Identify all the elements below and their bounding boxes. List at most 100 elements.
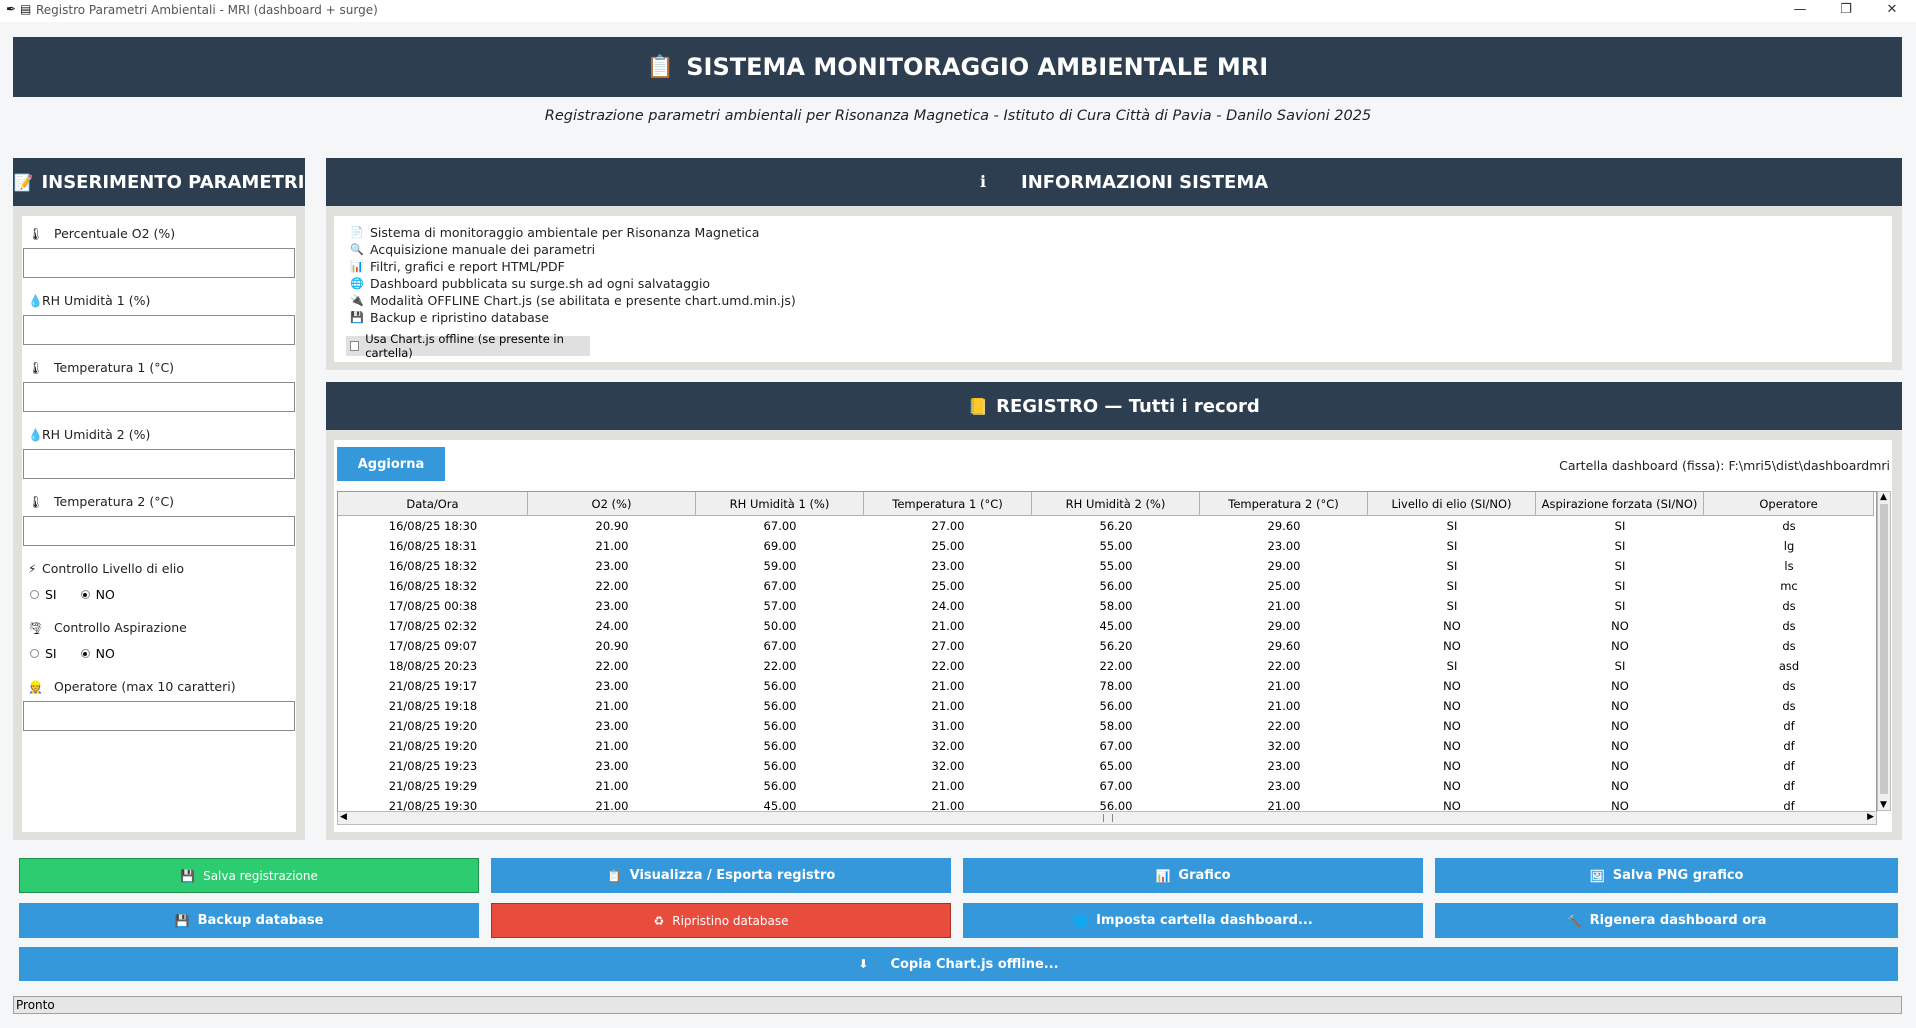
table-row[interactable]: 16/08/25 18:32 23.00 59.00 23.00 55.00 29.00 S… [338,556,1874,576]
table-cell: 21/08/25 19:18 [388,699,478,713]
droplet-icon: 💧 [28,427,43,442]
aspirazione-si-radio[interactable] [30,649,39,658]
column-header[interactable]: RH Umidità 2 (%) [1032,492,1200,516]
scroll-down-icon[interactable]: ▼ [1880,800,1887,810]
offline-chartjs-checkbox[interactable]: Usa Chart.js offline (se presente in car… [346,332,590,360]
column-header[interactable]: Temperatura 2 (°C) [1200,492,1368,516]
column-header[interactable]: O2 (%) [528,492,696,516]
copy-chartjs-button[interactable]: ⬇ Copia Chart.js offline... [19,947,1898,981]
scroll-up-icon[interactable]: ▲ [1880,492,1887,502]
scroll-thumb[interactable] [1880,504,1888,794]
table-cell: SI [1614,519,1626,533]
table-cell: SI [1446,539,1458,553]
input-form: 🌡 Percentuale O2 (%) 💧 RH Umidità 1 (%) 🌡 T… [22,216,296,832]
scroll-grip[interactable] [1103,814,1113,822]
column-header[interactable]: Livello di elio (SI/NO) [1368,492,1536,516]
restore-button[interactable]: ❐ [1826,2,1866,17]
table-row[interactable]: 21/08/25 19:20 21.00 56.00 32.00 67.00 32.00 N… [338,736,1874,756]
column-header[interactable]: Aspirazione forzata (SI/NO) [1536,492,1704,516]
save-png-button[interactable]: 🖼 Salva PNG grafico [1435,858,1898,893]
refresh-button[interactable]: Aggiorna [337,447,445,481]
table-row[interactable]: 16/08/25 18:31 21.00 69.00 25.00 55.00 23.00 S… [338,536,1874,556]
rh2-input[interactable] [23,449,295,479]
column-header[interactable]: Data/Ora [338,492,528,516]
table-cell: NO [1611,759,1629,773]
table-cell: NO [1443,699,1461,713]
set-folder-button[interactable]: 🌐 Imposta cartella dashboard... [963,903,1423,938]
aspirazione-no-radio[interactable] [80,649,90,658]
scroll-left-icon[interactable]: ◀ [340,812,347,822]
restore-database-button[interactable]: ♻ Ripristino database [491,903,951,938]
checkbox-box[interactable] [350,341,360,351]
table-cell: 23.00 [1267,539,1301,553]
column-header[interactable]: RH Umidità 1 (%) [696,492,864,516]
column-header[interactable]: Temperatura 1 (°C) [864,492,1032,516]
table-cell: 22.00 [1099,659,1133,673]
table-row[interactable]: 21/08/25 19:29 21.00 56.00 21.00 67.00 23.00 N… [338,776,1874,796]
table-cell: 21.00 [931,679,965,693]
table-cell: NO [1611,639,1629,653]
input-panel-title: INSERIMENTO PARAMETRI [41,171,305,193]
elio-si-radio[interactable] [30,590,39,599]
feather-icon: ✒ [6,2,17,16]
table-horizontal-scrollbar[interactable]: ◀ ▶ [337,811,1877,825]
close-button[interactable]: ✕ [1872,2,1912,17]
table-row[interactable]: 16/08/25 18:32 22.00 67.00 25.00 56.00 25.00 S… [338,576,1874,596]
table-row[interactable]: 21/08/25 19:20 23.00 56.00 31.00 58.00 22.00 N… [338,716,1874,736]
table-cell: 20.90 [595,639,629,653]
table-cell: 57.00 [763,599,797,613]
elio-label: ⚡ Controllo Livello di elio [28,561,185,576]
table-row[interactable]: 21/08/25 19:18 21.00 56.00 21.00 56.00 21.00 N… [338,696,1874,716]
elio-no-radio[interactable] [80,590,90,599]
records-table[interactable]: Data/Ora O2 (%) RH Umidità 1 (%) Temperatur… [337,491,1877,825]
window-title: Registro Parametri Ambientali - MRI (das… [36,3,378,17]
status-bar: Pronto [13,996,1902,1014]
table-cell: 24.00 [931,599,965,613]
table-cell: 32.00 [1267,739,1301,753]
table-cell: 21.00 [1267,699,1301,713]
table-cell: 23.00 [1267,759,1301,773]
table-row[interactable]: 21/08/25 19:17 23.00 56.00 21.00 78.00 21.00 N… [338,676,1874,696]
table-row[interactable]: 16/08/25 18:30 20.90 67.00 27.00 56.20 29.60 S… [338,516,1874,536]
table-cell: ls [1784,559,1794,573]
table-cell: 16/08/25 18:32 [388,559,478,573]
table-cell: 21/08/25 19:29 [388,779,478,793]
table-row[interactable]: 17/08/25 00:38 23.00 57.00 24.00 58.00 21.00 S… [338,596,1874,616]
table-cell: 24.00 [595,619,629,633]
chart-icon: 📊 [350,260,364,273]
table-cell: df [1783,779,1795,793]
scroll-right-icon[interactable]: ▶ [1867,812,1874,822]
rh2-label: 💧 RH Umidità 2 (%) [28,427,151,442]
table-row[interactable]: 21/08/25 19:23 23.00 56.00 32.00 65.00 23.00 N… [338,756,1874,776]
minimize-button[interactable]: — [1780,2,1820,17]
table-row[interactable]: 17/08/25 02:32 24.00 50.00 21.00 45.00 29.00 N… [338,616,1874,636]
table-row[interactable]: 17/08/25 09:07 20.90 67.00 27.00 56.20 29.60 N… [338,636,1874,656]
table-cell: 29.60 [1267,639,1301,653]
table-cell: df [1783,739,1795,753]
table-cell: 23.00 [931,559,965,573]
view-export-button[interactable]: 📋 Visualizza / Esporta registro [491,858,951,893]
table-cell: 21.00 [595,739,629,753]
table-cell: asd [1778,659,1800,673]
o2-label: 🌡 Percentuale O2 (%) [28,226,176,241]
table-cell: 67.00 [1099,779,1133,793]
table-cell: 32.00 [931,759,965,773]
backup-button[interactable]: 💾 Backup database [19,903,479,938]
edit-icon: 📝 [13,172,34,192]
table-cell: 55.00 [1099,539,1133,553]
chart-button[interactable]: 📊 Grafico [963,858,1423,893]
table-cell: NO [1611,679,1629,693]
table-cell: SI [1446,519,1458,533]
o2-input[interactable] [23,248,295,278]
temp2-input[interactable] [23,516,295,546]
table-cell: 22.00 [763,659,797,673]
regenerate-dashboard-button[interactable]: 🔨 Rigenera dashboard ora [1435,903,1898,938]
temp1-input[interactable] [23,382,295,412]
operatore-input[interactable] [23,701,295,731]
table-cell: 56.00 [763,719,797,733]
column-header[interactable]: Operatore [1704,492,1874,516]
table-vertical-scrollbar[interactable]: ▲ ▼ [1877,491,1891,811]
table-row[interactable]: 18/08/25 20:23 22.00 22.00 22.00 22.00 22.00 S… [338,656,1874,676]
rh1-input[interactable] [23,315,295,345]
save-record-button[interactable]: 💾 Salva registrazione [19,858,479,893]
